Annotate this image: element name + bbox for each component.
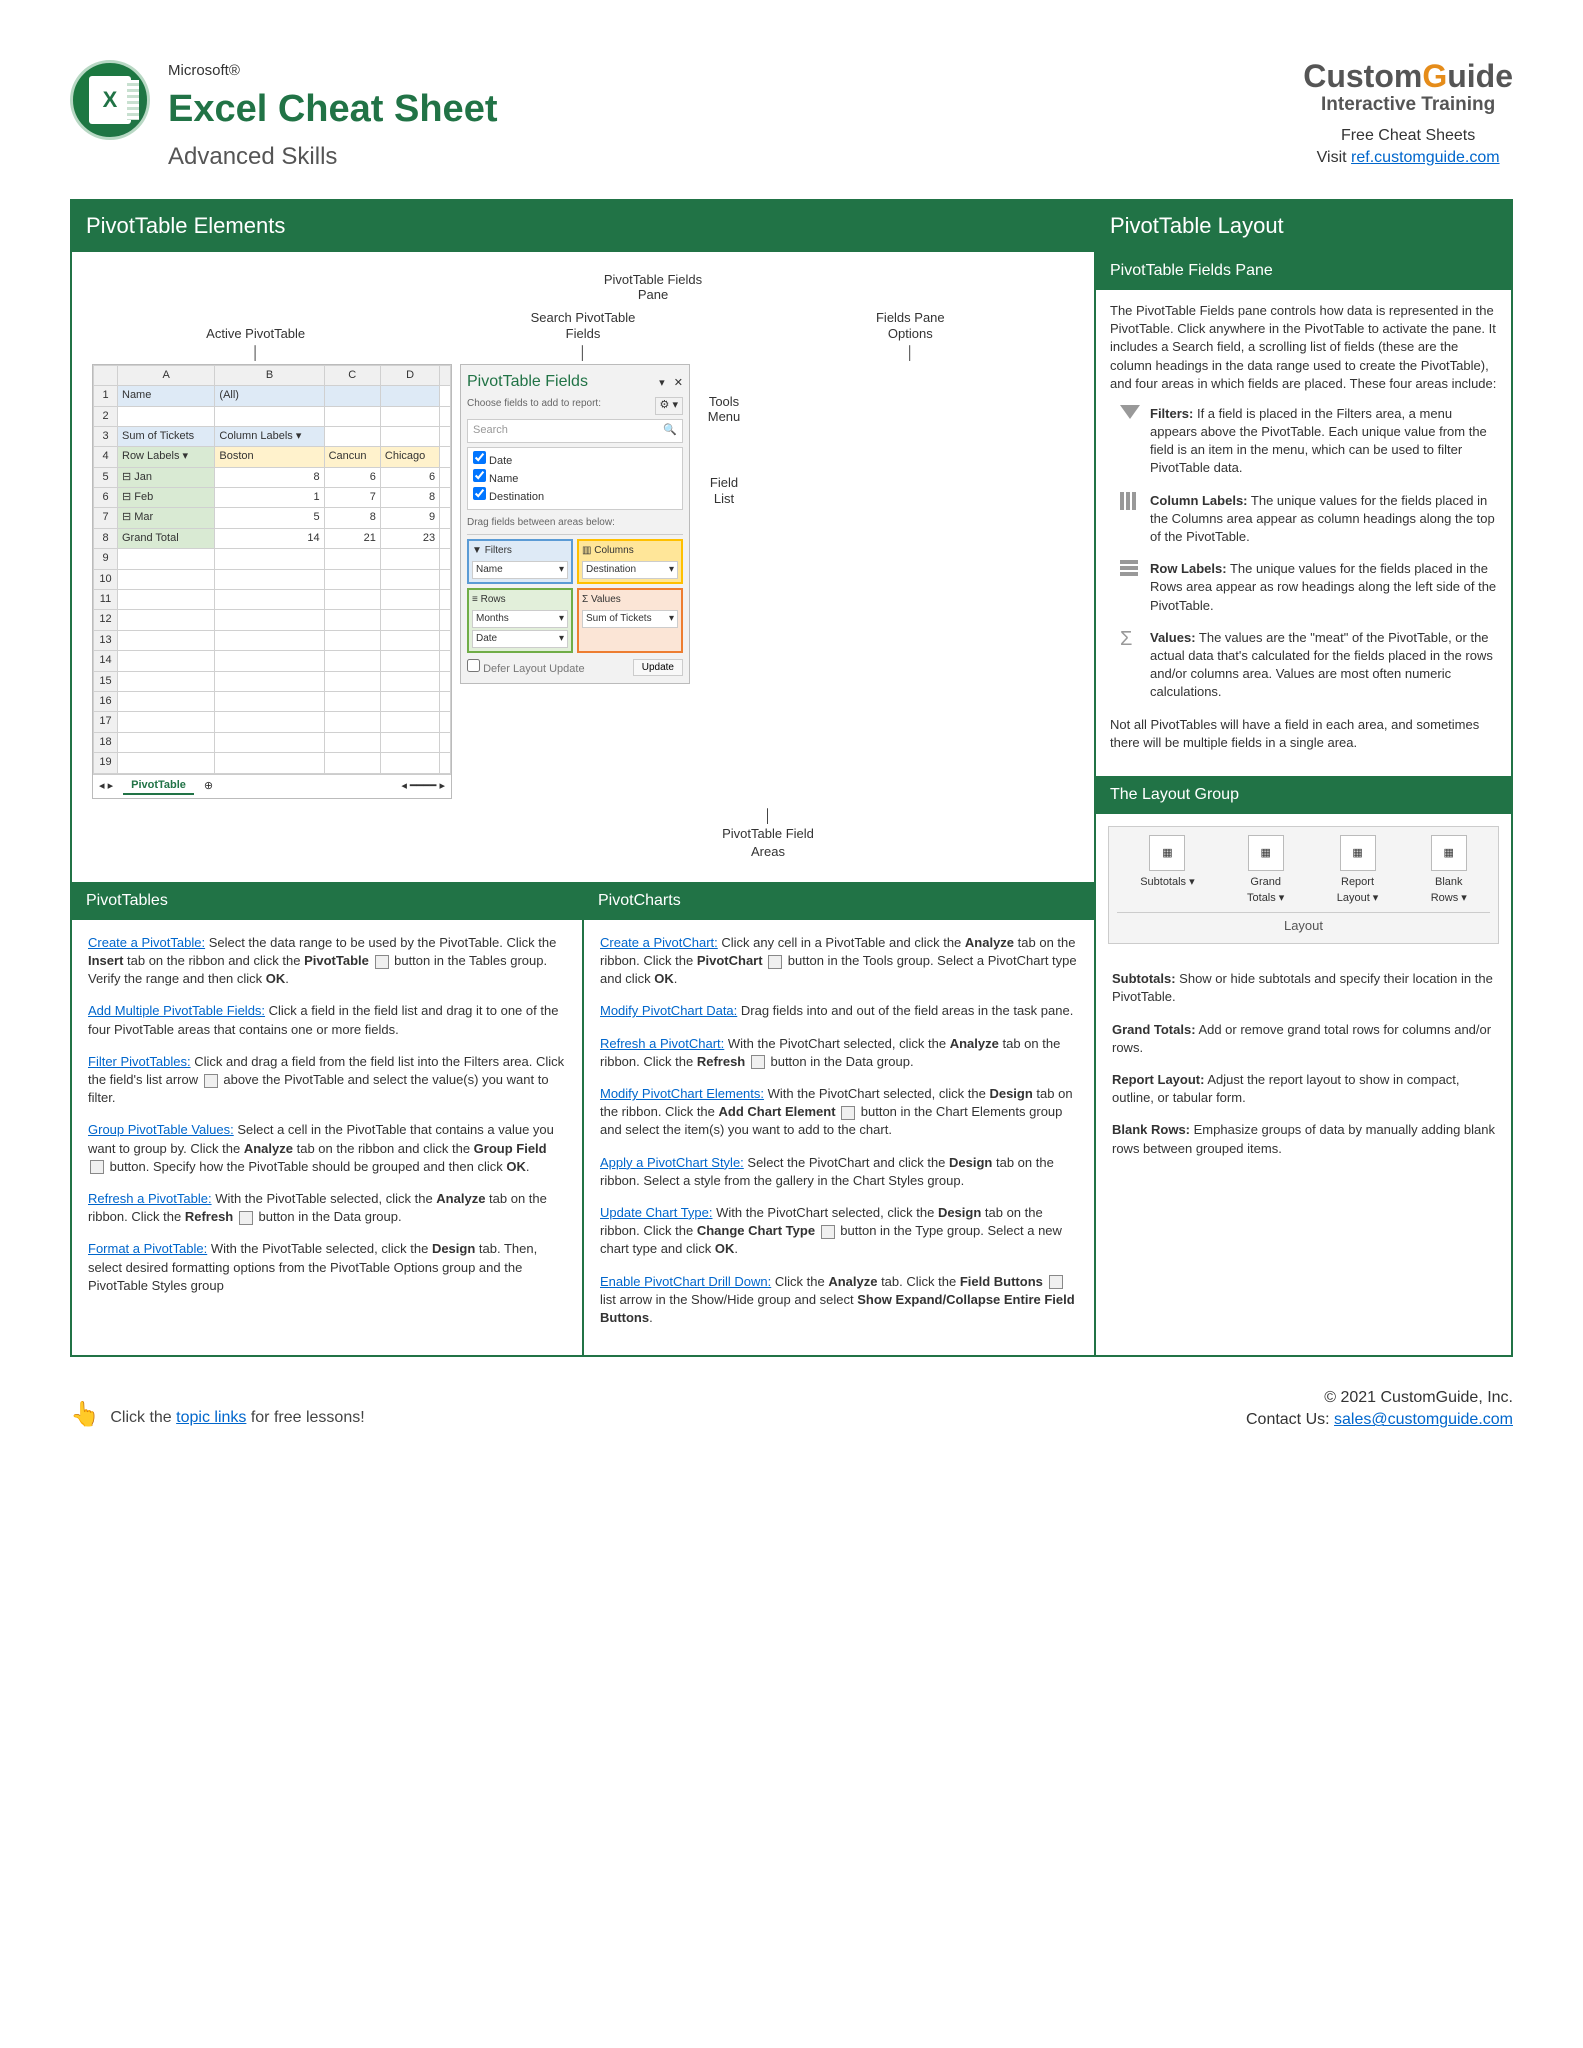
sheet-tab-name: PivotTable bbox=[123, 778, 194, 795]
page-title: Excel Cheat Sheet bbox=[168, 83, 497, 136]
topic-link[interactable]: Modify PivotChart Data: bbox=[600, 1003, 737, 1018]
section-pt-layout: PivotTable Layout bbox=[1096, 201, 1511, 252]
section-layout-group: The Layout Group bbox=[1096, 776, 1511, 814]
pivottable-fields-pane-mock: PivotTable Fields▾ ✕ Choose fields to ad… bbox=[460, 364, 690, 684]
topic-link[interactable]: Refresh a PivotChart: bbox=[600, 1036, 724, 1051]
topic-link[interactable]: Apply a PivotChart Style: bbox=[600, 1155, 744, 1170]
callout-pane-options: Fields Pane Options bbox=[747, 310, 1074, 341]
visit-link[interactable]: ref.customguide.com bbox=[1351, 149, 1500, 166]
layout-group-button: ▦ReportLayout ▾ bbox=[1337, 835, 1379, 906]
free-cheat-sheets-label: Free Cheat Sheets bbox=[1303, 125, 1513, 147]
topic-link[interactable]: Group PivotTable Values: bbox=[88, 1122, 234, 1137]
layout-group-button: ▦Subtotals ▾ bbox=[1140, 835, 1194, 906]
rows-icon bbox=[1120, 560, 1140, 580]
callout-search-fields: Search PivotTable Fields bbox=[419, 310, 746, 341]
section-pt-elements: PivotTable Elements bbox=[72, 201, 1094, 252]
microsoft-label: Microsoft® bbox=[168, 60, 497, 81]
customguide-logo: CustomGuide bbox=[1303, 60, 1513, 92]
layout-group-ribbon-mock: ▦Subtotals ▾ ▦GrandTotals ▾ ▦ReportLayout … bbox=[1108, 826, 1499, 944]
columns-icon bbox=[1120, 492, 1140, 512]
callout-field-list: Field List bbox=[698, 475, 750, 506]
topic-link[interactable]: Filter PivotTables: bbox=[88, 1054, 191, 1069]
topic-link[interactable]: Format a PivotTable: bbox=[88, 1241, 207, 1256]
callout-field-areas: PivotTable Field Areas bbox=[722, 826, 814, 859]
values-icon: Σ bbox=[1120, 629, 1140, 649]
section-pivotcharts: PivotCharts bbox=[584, 882, 1094, 920]
callout-active-pt: Active PivotTable bbox=[92, 326, 419, 342]
update-button[interactable]: Update bbox=[633, 659, 683, 676]
section-pt-fields-pane: PivotTable Fields Pane bbox=[1096, 252, 1511, 290]
layout-group-button: ▦GrandTotals ▾ bbox=[1247, 835, 1284, 906]
topic-link[interactable]: Add Multiple PivotTable Fields: bbox=[88, 1003, 265, 1018]
fields-pane-outro: Not all PivotTables will have a field in… bbox=[1110, 716, 1497, 752]
topic-link[interactable]: Create a PivotTable: bbox=[88, 935, 205, 950]
topic-link[interactable]: Refresh a PivotTable: bbox=[88, 1191, 212, 1206]
contact-email-link[interactable]: sales@customguide.com bbox=[1334, 1411, 1513, 1428]
topic-link[interactable]: Create a PivotChart: bbox=[600, 935, 718, 950]
section-pivottables: PivotTables bbox=[72, 882, 582, 920]
click-icon: 👆 bbox=[70, 1401, 100, 1428]
filter-icon bbox=[1120, 405, 1140, 425]
topic-link[interactable]: Update Chart Type: bbox=[600, 1205, 713, 1220]
search-icon: 🔍 bbox=[663, 423, 677, 438]
layout-group-button: ▦BlankRows ▾ bbox=[1431, 835, 1467, 906]
callout-fields-pane: PivotTable Fields Pane bbox=[604, 272, 702, 303]
excel-logo-letter: X bbox=[89, 76, 131, 124]
callout-tools-menu: Tools Menu bbox=[698, 394, 750, 425]
page-subtitle: Advanced Skills bbox=[168, 140, 497, 174]
excel-logo-icon: X bbox=[70, 60, 150, 140]
mini-spreadsheet: ABCD1Name(All)23Sum of TicketsColumn Lab… bbox=[92, 364, 452, 799]
copyright: © 2021 CustomGuide, Inc. bbox=[1246, 1387, 1513, 1409]
customguide-tagline: Interactive Training bbox=[1303, 92, 1513, 119]
topic-link[interactable]: Modify PivotChart Elements: bbox=[600, 1086, 764, 1101]
topic-link[interactable]: Enable PivotChart Drill Down: bbox=[600, 1274, 771, 1289]
topic-links-link[interactable]: topic links bbox=[176, 1409, 246, 1426]
fields-pane-intro: The PivotTable Fields pane controls how … bbox=[1110, 302, 1497, 393]
